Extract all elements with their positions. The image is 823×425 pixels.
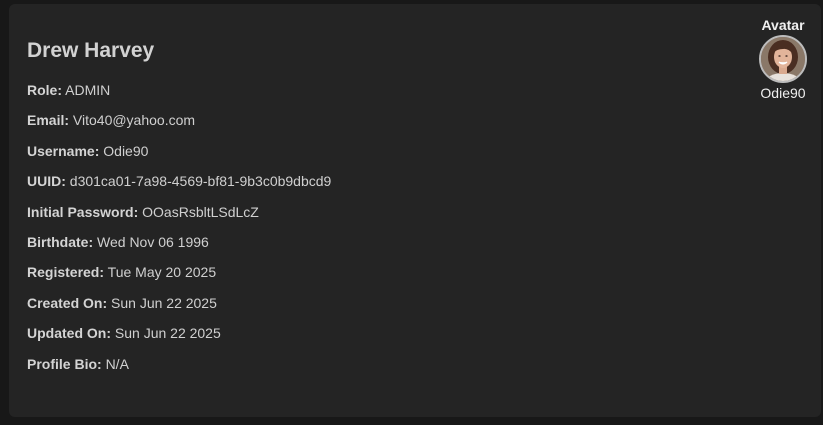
field-value: OOasRsbltLSdLcZ: [142, 203, 259, 220]
field-value: Wed Nov 06 1996: [97, 233, 209, 250]
field-label: Birthdate:: [27, 233, 94, 250]
field-value: ADMIN: [65, 82, 111, 98]
field-value: d301ca01-7a98-4569-bf81-9b3c0b9dbcd9: [69, 173, 332, 190]
avatar-username: Odie90: [760, 85, 806, 101]
user-field-list: Role: ADMIN Email: Vito40@yahoo.com User…: [27, 81, 331, 385]
field-uuid: UUID: d301ca01-7a98-4569-bf81-9b3c0b9dbc…: [27, 172, 331, 202]
field-value: Vito40@yahoo.com: [72, 112, 196, 129]
field-label: Registered:: [27, 264, 105, 281]
field-birthdate: Birthdate: Wed Nov 06 1996: [27, 233, 331, 263]
field-created-on: Created On: Sun Jun 22 2025: [27, 294, 331, 324]
field-label: Username:: [27, 142, 100, 159]
avatar-section: Avatar Odie90: [754, 17, 812, 101]
user-details-card: Drew Harvey Role: ADMIN Email: Vito40@ya…: [9, 4, 821, 417]
field-initial-password: Initial Password: OOasRsbltLSdLcZ: [27, 203, 331, 233]
field-role: Role: ADMIN: [27, 81, 331, 111]
field-registered: Registered: Tue May 20 2025: [27, 263, 331, 293]
field-label: Email:: [27, 112, 70, 129]
field-label: UUID:: [27, 173, 66, 190]
field-label: Created On:: [27, 294, 108, 311]
field-username: Username: Odie90: [27, 142, 331, 172]
field-label: Profile Bio:: [27, 355, 102, 372]
field-label: Initial Password:: [27, 203, 139, 220]
field-value: Odie90: [103, 142, 149, 159]
avatar-title: Avatar: [761, 17, 805, 33]
field-value: Sun Jun 22 2025: [111, 294, 217, 311]
field-value: N/A: [105, 355, 129, 372]
user-full-name: Drew Harvey: [27, 39, 155, 62]
field-label: Role:: [27, 82, 62, 98]
avatar-image[interactable]: [759, 35, 807, 83]
field-value: Sun Jun 22 2025: [114, 325, 221, 342]
field-updated-on: Updated On: Sun Jun 22 2025: [27, 324, 331, 354]
field-value: Tue May 20 2025: [107, 264, 217, 281]
user-avatar-photo-icon: [761, 37, 805, 81]
field-label: Updated On:: [27, 325, 111, 342]
field-email: Email: Vito40@yahoo.com: [27, 111, 331, 141]
field-profile-bio: Profile Bio: N/A: [27, 355, 331, 385]
